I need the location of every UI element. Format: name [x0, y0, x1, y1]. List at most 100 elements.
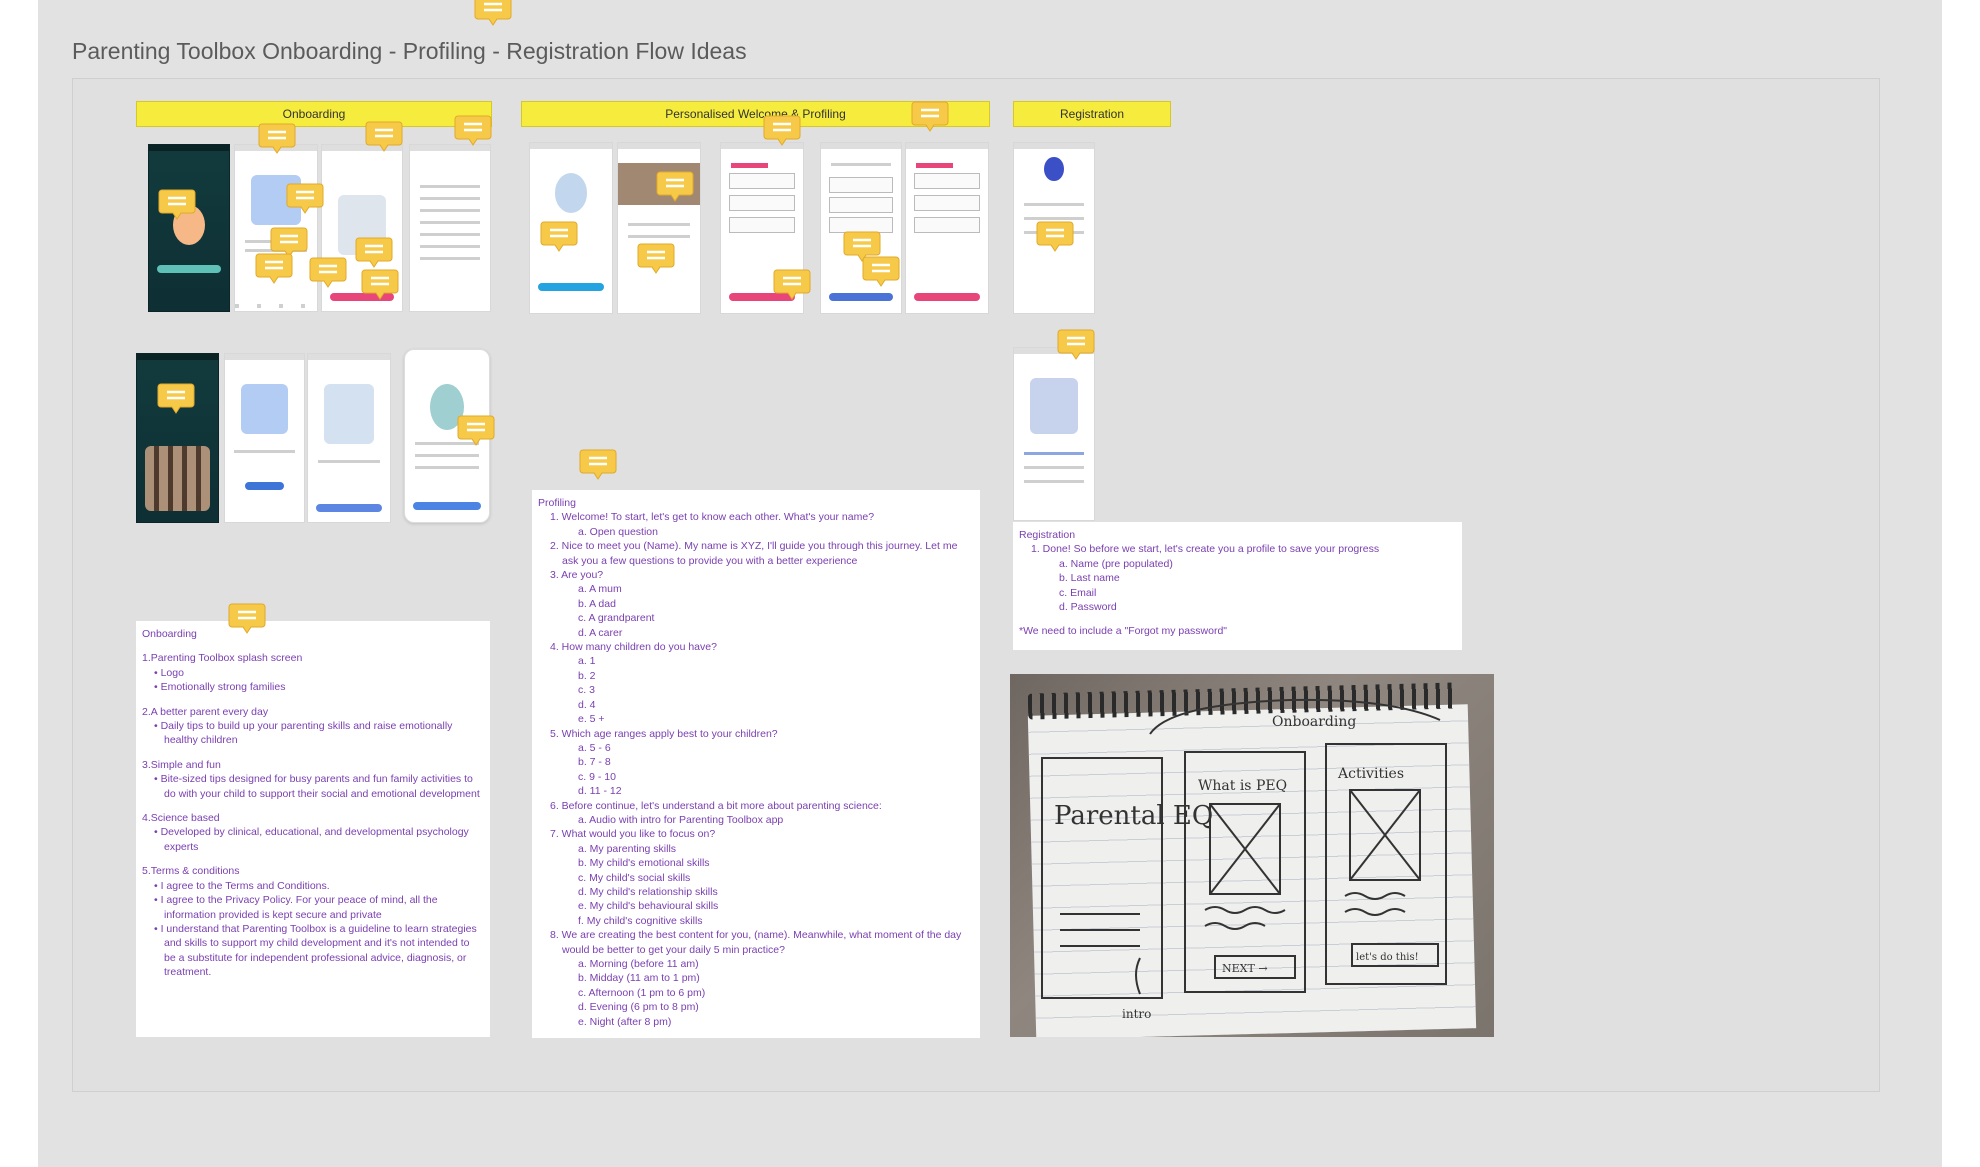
sketch-label-intro: intro	[1122, 1007, 1151, 1021]
cta-button	[413, 502, 481, 510]
answer-option: e. 5 +	[578, 713, 605, 726]
comment-bubble-icon[interactable]	[286, 182, 324, 214]
profiling-screen-intro[interactable]	[617, 142, 701, 314]
comment-bubble-icon[interactable]	[773, 268, 811, 300]
note-section: 5.Terms & conditions	[142, 865, 240, 878]
comment-bubble-icon[interactable]	[228, 602, 266, 634]
illustration	[240, 384, 289, 434]
comment-bubble-icon[interactable]	[1036, 220, 1074, 252]
logo	[1044, 157, 1064, 181]
answer-option: c. Afternoon (1 pm to 6 pm)	[578, 986, 706, 999]
answer-option: c. 9 - 10	[578, 770, 616, 783]
option-box	[729, 217, 795, 233]
comment-bubble-icon[interactable]	[258, 122, 296, 154]
comment-bubble-icon[interactable]	[454, 114, 492, 146]
answer-option: c. A grandparent	[578, 612, 655, 625]
answer-option: b. 7 - 8	[578, 756, 611, 769]
comment-bubble-icon[interactable]	[656, 170, 694, 202]
note-title: Registration	[1019, 529, 1076, 541]
comment-bubble-icon[interactable]	[365, 120, 403, 152]
section-label-onboarding[interactable]: Onboarding	[136, 101, 492, 127]
answer-option: a. A mum	[578, 583, 622, 596]
note-title: Onboarding	[142, 628, 197, 640]
text-line	[419, 185, 481, 188]
status-bar	[1014, 143, 1094, 149]
comment-bubble-icon[interactable]	[457, 414, 495, 446]
cta-button	[244, 482, 285, 490]
profiling-note[interactable]: Profiling 1. Welcome! To start, let's ge…	[532, 490, 980, 1038]
question-item: 1. Welcome! To start, let's get to know …	[550, 511, 875, 524]
note-section: 2.A better parent every day	[142, 705, 269, 718]
note-bullet: • Daily tips to build up your parenting …	[154, 720, 453, 747]
onboarding-screen-learn[interactable]	[307, 353, 391, 523]
profiling-screen-children-count[interactable]	[905, 142, 989, 314]
cta-button	[316, 504, 382, 512]
comment-bubble-icon[interactable]	[911, 100, 949, 132]
sketch-drawing: Onboarding Parental EQ What is PEQ Activ…	[1041, 698, 1447, 1021]
option-box	[729, 195, 795, 211]
text-line	[419, 197, 481, 200]
comment-bubble-icon[interactable]	[862, 255, 900, 287]
text-line	[415, 454, 479, 457]
onboarding-screen-families[interactable]	[136, 353, 219, 523]
footnote: *We need to include a "Forgot my passwor…	[1019, 625, 1228, 638]
comment-bubble-icon[interactable]	[540, 220, 578, 252]
comment-bubble-icon[interactable]	[579, 448, 617, 480]
status-bar	[906, 143, 988, 149]
comment-bubble-icon[interactable]	[1057, 328, 1095, 360]
answer-option: d. Evening (6 pm to 8 pm)	[578, 1001, 699, 1014]
answer-option: a. Audio with intro for Parenting Toolbo…	[578, 813, 784, 826]
note-bullet: • Bite-sized tips designed for busy pare…	[154, 773, 480, 800]
text-line	[1023, 466, 1085, 469]
comment-bubble-icon[interactable]	[474, 0, 512, 26]
cta-button	[829, 293, 893, 301]
answer-option: c. My child's social skills	[578, 871, 691, 884]
answer-option: e. Night (after 8 pm)	[578, 1015, 672, 1028]
comment-bubble-icon[interactable]	[255, 252, 293, 284]
sketch-photo[interactable]: Onboarding Parental EQ What is PEQ Activ…	[1010, 674, 1494, 1037]
comment-bubble-icon[interactable]	[361, 268, 399, 300]
note-section: 3.Simple and fun	[142, 758, 221, 771]
registration-item: 1. Done! So before we start, let's creat…	[1031, 543, 1380, 556]
onboarding-screen-terms[interactable]	[409, 144, 491, 312]
answer-option: f. My child's cognitive skills	[578, 914, 703, 927]
registration-note[interactable]: Registration 1. Done! So before we start…	[1013, 522, 1462, 650]
answer-option: a. Morning (before 11 am)	[578, 958, 699, 970]
answer-option: b. Last name	[1059, 572, 1120, 585]
answer-option: a. Name (pre populated)	[1059, 557, 1173, 570]
section-label-registration[interactable]: Registration	[1013, 101, 1171, 127]
nav-bar	[235, 304, 317, 308]
onboarding-screen-splash[interactable]	[148, 144, 230, 312]
comment-bubble-icon[interactable]	[355, 236, 393, 268]
guide-avatar	[554, 173, 588, 213]
board-title: Parenting Toolbox Onboarding - Profiling…	[72, 38, 747, 64]
comment-bubble-icon[interactable]	[763, 114, 801, 146]
onboarding-note[interactable]: Onboarding 1.Parenting Toolbox splash sc…	[136, 621, 490, 1037]
comment-bubble-icon[interactable]	[157, 382, 195, 414]
text-line	[415, 466, 479, 469]
text-line	[627, 223, 691, 226]
note-bullet: • Emotionally strong families	[154, 681, 286, 694]
answer-option: b. Midday (11 am to 1 pm)	[578, 972, 700, 985]
answer-option: a. Open question	[578, 525, 658, 538]
question-item: 5. Which age ranges apply best to your c…	[550, 727, 778, 740]
answer-option: c. 3	[578, 684, 595, 697]
question-title	[915, 163, 953, 169]
answer-option: b. My child's emotional skills	[578, 857, 710, 870]
question-item: 3. Are you?	[550, 569, 604, 582]
option-box	[914, 173, 980, 189]
question-item: 2. Nice to meet you (Name). My name is X…	[550, 540, 958, 567]
comment-bubble-icon[interactable]	[309, 256, 347, 288]
comment-bubble-icon[interactable]	[637, 242, 675, 274]
onboarding-screen-powered-by-science-2[interactable]	[224, 353, 305, 523]
status-bar	[308, 354, 390, 360]
option-box	[914, 195, 980, 211]
answer-option: b. A dad	[578, 597, 616, 610]
cta-button	[538, 283, 604, 291]
sketch-label-what-is-peq: What is PEQ	[1198, 778, 1287, 794]
note-bullet: • I agree to the Privacy Policy. For you…	[154, 894, 438, 921]
registration-screen-welcome-back[interactable]	[1013, 347, 1095, 521]
profiling-screen-age-ranges[interactable]	[820, 142, 902, 314]
text-line	[317, 460, 381, 463]
comment-bubble-icon[interactable]	[158, 188, 196, 220]
